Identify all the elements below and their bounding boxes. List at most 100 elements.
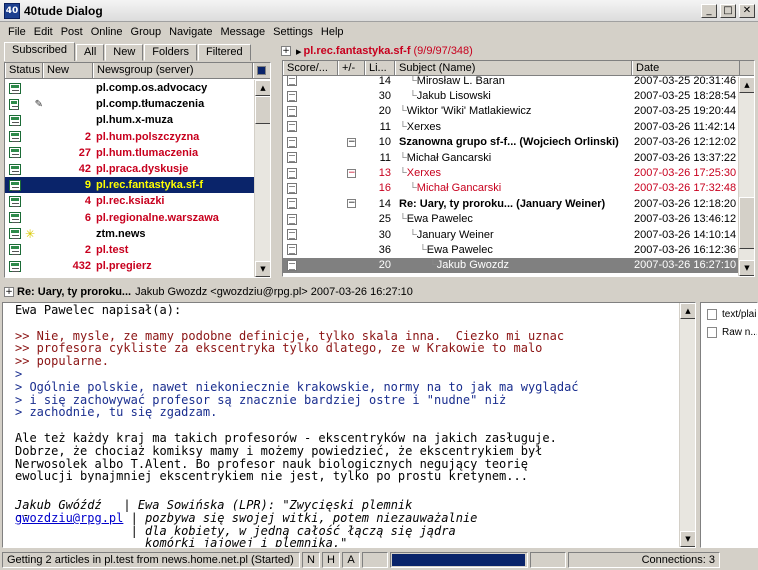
newsgroup-row[interactable]: pl.comp.os.advocacy [5, 80, 254, 96]
new-count: 2 [84, 130, 91, 143]
app-icon: 40 [4, 2, 20, 19]
scroll-down-icon[interactable]: ▼ [255, 261, 270, 277]
newsgroup-icon [9, 228, 21, 240]
body-line [15, 317, 675, 330]
part-text-plain[interactable]: text/plain [701, 305, 757, 323]
message-scrollbar[interactable]: ▲ ▼ [679, 303, 695, 547]
article-date: 2007-03-25 18:28:54 [634, 90, 737, 103]
article-subject: Re: Uary, ty proroku... (January Weiner) [399, 197, 606, 210]
progress-bar [390, 552, 528, 568]
menu-online[interactable]: Online [91, 26, 123, 38]
tab-all[interactable]: All [76, 44, 105, 61]
tab-subscribed[interactable]: Subscribed [4, 42, 76, 61]
article-icon [287, 229, 297, 241]
expand-icon[interactable]: + [281, 46, 291, 56]
body-line: ewolucji bynajmniej ekscentrykiem nie je… [15, 469, 528, 484]
expand-icon[interactable]: + [4, 287, 14, 297]
message-body[interactable]: Ewa Pawelec napisał(a): >> Nie, mysle, ze… [2, 302, 696, 548]
menu-file[interactable]: File [8, 26, 26, 38]
scroll-up-icon[interactable]: ▲ [255, 80, 270, 96]
articles-scrollbar[interactable]: ▲ ▼ [738, 77, 754, 276]
articles-list: Score/... +/- Li... Subject (Name) Date … [282, 60, 755, 277]
collapse-thread-icon[interactable]: − [347, 199, 356, 209]
column-select[interactable] [253, 63, 270, 78]
article-lines: 11 [379, 120, 391, 133]
tab-filtered[interactable]: Filtered [197, 44, 251, 61]
new-count: 9 [84, 179, 91, 192]
article-row[interactable]: 20 └Jakub Gwozdz 2007-03-26 16:27:10 [283, 257, 738, 274]
article-row[interactable]: − 13 └Xerxes 2007-03-26 17:25:30 [283, 165, 738, 180]
newsgroup-icon [9, 114, 21, 126]
article-row[interactable]: − 10 Szanowna grupo sf-f... (Wojciech Orli… [283, 135, 738, 150]
scroll-up-icon[interactable]: ▲ [739, 77, 754, 93]
newsgroup-row[interactable]: 432 pl.pregierz [5, 258, 254, 274]
newsgroup-row[interactable]: ✳ ztm.news [5, 226, 254, 242]
scroll-down-icon[interactable]: ▼ [680, 531, 695, 547]
article-row[interactable]: 16 └Michał Gancarski 2007-03-26 17:32:48 [283, 181, 738, 196]
newsgroup-row[interactable]: pl.hum.x-muza [5, 112, 254, 128]
body-line: Ale też każdy kraj ma takich profesorów … [15, 430, 557, 445]
article-row[interactable]: 30 └January Weiner 2007-03-26 14:10:14 [283, 227, 738, 242]
scroll-thumb[interactable] [739, 197, 754, 249]
collapse-thread-icon[interactable]: − [347, 137, 356, 147]
newsgroup-name: pl.rec.ksiazki [96, 195, 165, 208]
thread-line: └ [399, 167, 407, 180]
newsgroup-row[interactable]: 9 pl.rec.fantastyka.sf-f [5, 177, 254, 194]
column-status[interactable]: Status [5, 63, 43, 78]
article-icon [287, 244, 297, 256]
newsgroup-row[interactable]: 2 pl.hum.polszczyzna [5, 129, 254, 145]
column-newsgroup[interactable]: Newsgroup (server) [93, 63, 253, 78]
menu-help[interactable]: Help [321, 26, 344, 38]
page-icon [707, 326, 717, 338]
newsgroup-row[interactable]: 2 pl.test [5, 242, 254, 258]
article-row[interactable]: 11 └Xerxes 2007-03-26 11:42:14 [283, 119, 738, 134]
menu-edit[interactable]: Edit [34, 26, 53, 38]
newsgroup-row[interactable]: 27 pl.hum.tlumaczenia [5, 145, 254, 161]
article-date: 2007-03-26 11:42:14 [634, 120, 736, 133]
article-row[interactable]: 36 └Ewa Pawelec 2007-03-26 16:12:36 [283, 242, 738, 257]
article-lines: 14 [378, 74, 391, 87]
menu-navigate[interactable]: Navigate [169, 26, 212, 38]
collapse-thread-icon[interactable]: − [347, 168, 356, 178]
article-row[interactable]: − 14 Re: Uary, ty proroku... (January Wein… [283, 196, 738, 211]
scroll-up-icon[interactable]: ▲ [680, 303, 695, 319]
new-count: 42 [78, 163, 91, 176]
articles-pane-header: + ▸ pl.rec.fantastyka.sf-f (9/9/97/348) [281, 43, 473, 59]
status-empty [530, 552, 566, 568]
newsgroup-row[interactable]: 6 pl.regionalne.warszawa [5, 210, 254, 226]
scroll-down-icon[interactable]: ▼ [739, 260, 754, 276]
article-icon [287, 182, 297, 194]
thread-line: └ [399, 213, 407, 226]
quoted-line: >> profesora cykliste za ekscentryka tyl… [15, 341, 543, 356]
column-new[interactable]: New [43, 63, 93, 78]
part-raw[interactable]: Raw n... [701, 323, 757, 341]
message-header-bar: + Re: Uary, ty proroku... Jakub Gwozdz <… [0, 282, 758, 302]
close-button[interactable]: ✕ [739, 3, 755, 18]
article-row[interactable]: 14 └Mirosław L. Baran 2007-03-25 20:31:46 [283, 73, 738, 88]
article-row[interactable]: 11 └Michał Gancarski 2007-03-26 13:37:22 [283, 150, 738, 165]
newsgroup-name: pl.hum.polszczyzna [96, 130, 200, 143]
tab-folders[interactable]: Folders [144, 44, 197, 61]
menu-post[interactable]: Post [61, 26, 83, 38]
menu-message[interactable]: Message [221, 26, 266, 38]
menu-settings[interactable]: Settings [273, 26, 313, 38]
menu-group[interactable]: Group [131, 26, 162, 38]
article-lines: 13 [378, 167, 391, 180]
scroll-thumb[interactable] [255, 96, 270, 124]
newsgroup-row[interactable]: 42 pl.praca.dyskusje [5, 161, 254, 177]
article-row[interactable]: 30 └Jakub Lisowski 2007-03-25 18:28:54 [283, 88, 738, 103]
minimize-button[interactable]: _ [701, 3, 717, 18]
new-count: 4 [84, 195, 91, 208]
thread-line: └ [399, 120, 407, 133]
newsgroup-row[interactable]: ✎ pl.comp.tłumaczenia [5, 96, 254, 112]
article-lines: 30 [378, 228, 391, 241]
maximize-button[interactable]: □ [720, 3, 736, 18]
thread-line: └ [409, 90, 417, 103]
tab-new[interactable]: New [105, 44, 144, 61]
status-flag-n: N [302, 552, 320, 568]
title-bar: 40 40tude Dialog _ □ ✕ [0, 0, 758, 22]
groups-scrollbar[interactable]: ▲ ▼ [254, 80, 270, 277]
article-row[interactable]: 25 └Ewa Pawelec 2007-03-26 13:46:12 [283, 212, 738, 227]
newsgroup-row[interactable]: 4 pl.rec.ksiazki [5, 193, 254, 209]
article-row[interactable]: 20 └Wiktor 'Wiki' Matlakiewicz 2007-03-25 … [283, 104, 738, 119]
